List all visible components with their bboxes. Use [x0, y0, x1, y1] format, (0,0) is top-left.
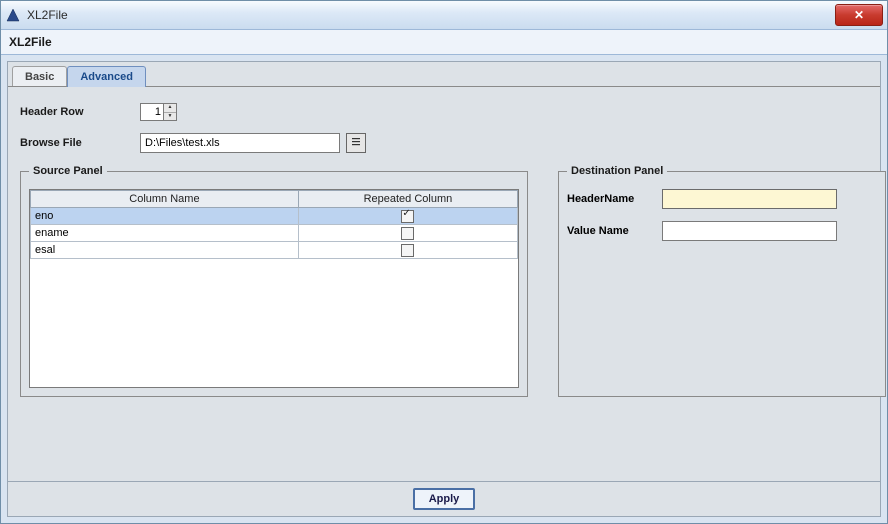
value-name-field: Value Name	[567, 221, 877, 241]
app-icon	[5, 7, 21, 23]
table-row[interactable]: eno	[31, 208, 518, 225]
table-header-row: Column Name Repeated Column	[31, 191, 518, 208]
cell-repeated	[298, 225, 517, 242]
browse-file-label: Browse File	[20, 137, 140, 149]
panel-title: XL2File	[1, 30, 887, 55]
spinner-down-button[interactable]: ▼	[164, 112, 176, 121]
cell-repeated	[298, 242, 517, 259]
browse-file-input[interactable]	[140, 133, 340, 153]
table-row[interactable]: esal	[31, 242, 518, 259]
header-name-field: HeaderName	[567, 189, 877, 209]
titlebar: XL2File ✕	[1, 1, 887, 30]
cell-column-name: eno	[31, 208, 299, 225]
cell-column-name: esal	[31, 242, 299, 259]
panel-title-text: XL2File	[9, 35, 52, 49]
cell-repeated	[298, 208, 517, 225]
close-icon: ✕	[854, 8, 864, 22]
source-table-wrap: Column Name Repeated Column eno	[29, 189, 519, 388]
header-row-label: Header Row	[20, 106, 140, 118]
list-icon	[351, 137, 361, 150]
app-window: XL2File ✕ XL2File Basic Advanced Header …	[0, 0, 888, 524]
tab-advanced[interactable]: Advanced	[67, 66, 146, 87]
cell-column-name: ename	[31, 225, 299, 242]
source-panel-legend: Source Panel	[29, 165, 107, 177]
col-header-repeated[interactable]: Repeated Column	[298, 191, 517, 208]
apply-button-label: Apply	[429, 493, 460, 505]
value-name-label: Value Name	[567, 225, 662, 237]
col-header-name[interactable]: Column Name	[31, 191, 299, 208]
spinner-buttons: ▲ ▼	[164, 103, 177, 121]
value-name-input[interactable]	[662, 221, 837, 241]
source-table: Column Name Repeated Column eno	[30, 190, 518, 259]
header-name-input[interactable]	[662, 189, 837, 209]
tab-content-advanced: Header Row ▲ ▼ Browse File	[8, 86, 880, 481]
repeated-checkbox[interactable]	[401, 244, 414, 257]
browse-button[interactable]	[346, 133, 366, 153]
spinner-up-button[interactable]: ▲	[164, 104, 176, 112]
header-row-input[interactable]	[140, 103, 164, 121]
header-row-field: Header Row ▲ ▼	[20, 103, 868, 121]
window-title: XL2File	[27, 8, 835, 22]
repeated-checkbox[interactable]	[401, 210, 414, 223]
header-name-label: HeaderName	[567, 193, 662, 205]
close-button[interactable]: ✕	[835, 4, 883, 26]
tab-basic[interactable]: Basic	[12, 66, 67, 87]
button-bar: Apply	[8, 481, 880, 516]
tab-basic-label: Basic	[25, 71, 54, 83]
tab-bar: Basic Advanced	[8, 62, 880, 86]
panels-row: Source Panel Column Name Repeated Column	[20, 165, 868, 473]
tab-advanced-label: Advanced	[80, 71, 133, 83]
destination-panel: Destination Panel HeaderName Value Name	[558, 165, 886, 397]
source-panel: Source Panel Column Name Repeated Column	[20, 165, 528, 397]
apply-button[interactable]: Apply	[413, 488, 476, 510]
browse-file-field: Browse File	[20, 133, 868, 153]
header-row-spinner: ▲ ▼	[140, 103, 177, 121]
repeated-checkbox[interactable]	[401, 227, 414, 240]
table-row[interactable]: ename	[31, 225, 518, 242]
outer-panel: Basic Advanced Header Row ▲ ▼	[7, 61, 881, 517]
destination-panel-legend: Destination Panel	[567, 165, 667, 177]
